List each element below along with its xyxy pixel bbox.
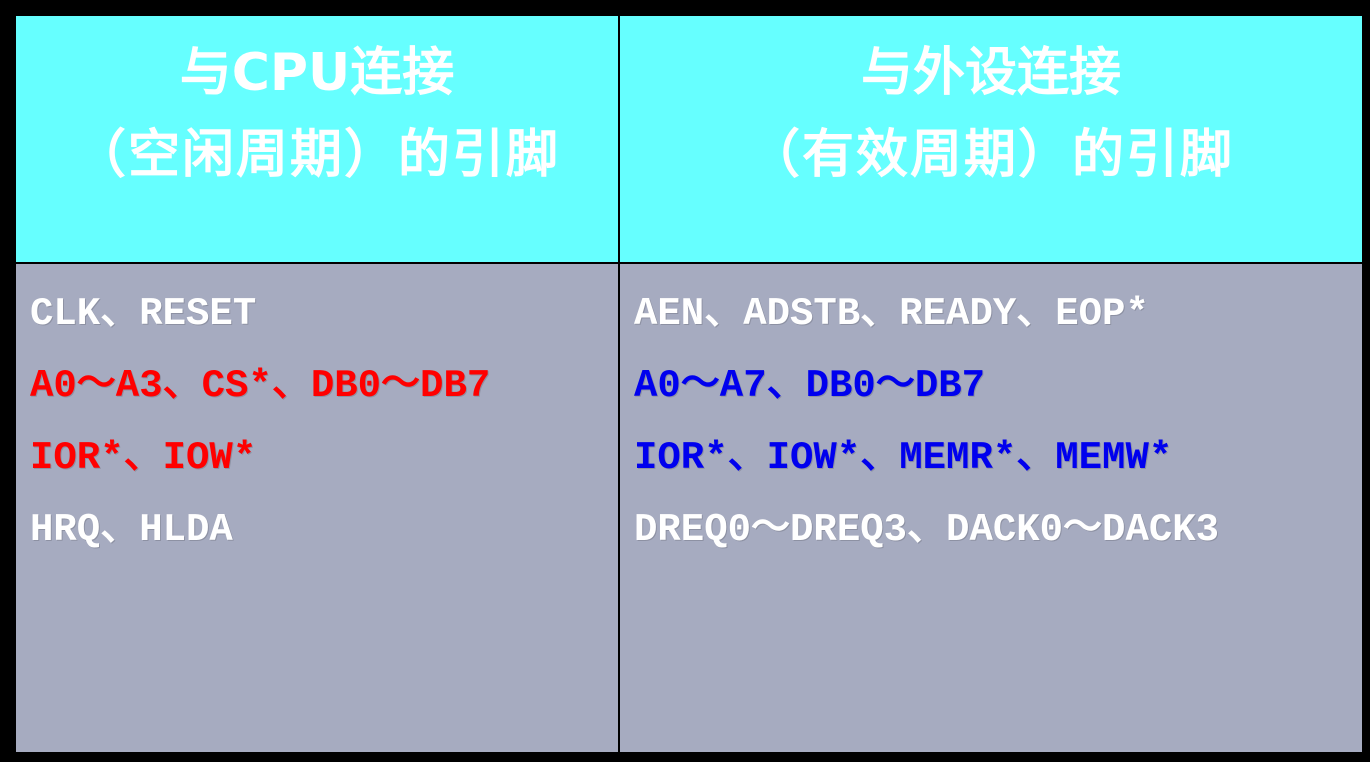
left-pin-row-1: CLK、RESET xyxy=(30,292,257,336)
left-header-cell: 与CPU连接 （空闲周期）的引脚 xyxy=(16,16,620,264)
left-header-title: 与CPU连接 xyxy=(179,43,455,103)
right-pin-row-3: IOR*、IOW*、MEMR*、MEMW* xyxy=(634,436,1173,480)
pin-table: 与CPU连接 （空闲周期）的引脚 与外设连接 （有效周期）的引脚 CLK、RES… xyxy=(16,16,1364,754)
right-header-subtitle: （有效周期）的引脚 xyxy=(747,125,1234,185)
left-pin-row-4: HRQ、HLDA xyxy=(30,508,233,552)
left-pin-row-2: A0～A3、CS*、DB0～DB7 xyxy=(30,364,491,408)
right-pin-row-4: DREQ0～DREQ3、DACK0～DACK3 xyxy=(634,508,1220,552)
right-header-title: 与外设连接 xyxy=(860,43,1121,103)
left-pin-list: CLK、RESET A0～A3、CS*、DB0～DB7 IOR*、IOW* HR… xyxy=(16,264,620,754)
right-pin-list: AEN、ADSTB、READY、EOP* A0～A7、DB0～DB7 IOR*、… xyxy=(620,264,1364,754)
right-header-cell: 与外设连接 （有效周期）的引脚 xyxy=(620,16,1364,264)
slide: 与CPU连接 （空闲周期）的引脚 与外设连接 （有效周期）的引脚 CLK、RES… xyxy=(0,0,1370,762)
left-pin-row-3: IOR*、IOW* xyxy=(30,436,257,480)
right-pin-row-1: AEN、ADSTB、READY、EOP* xyxy=(634,292,1149,336)
left-header-subtitle: （空闲周期）的引脚 xyxy=(73,125,560,185)
right-pin-row-2: A0～A7、DB0～DB7 xyxy=(634,364,986,408)
